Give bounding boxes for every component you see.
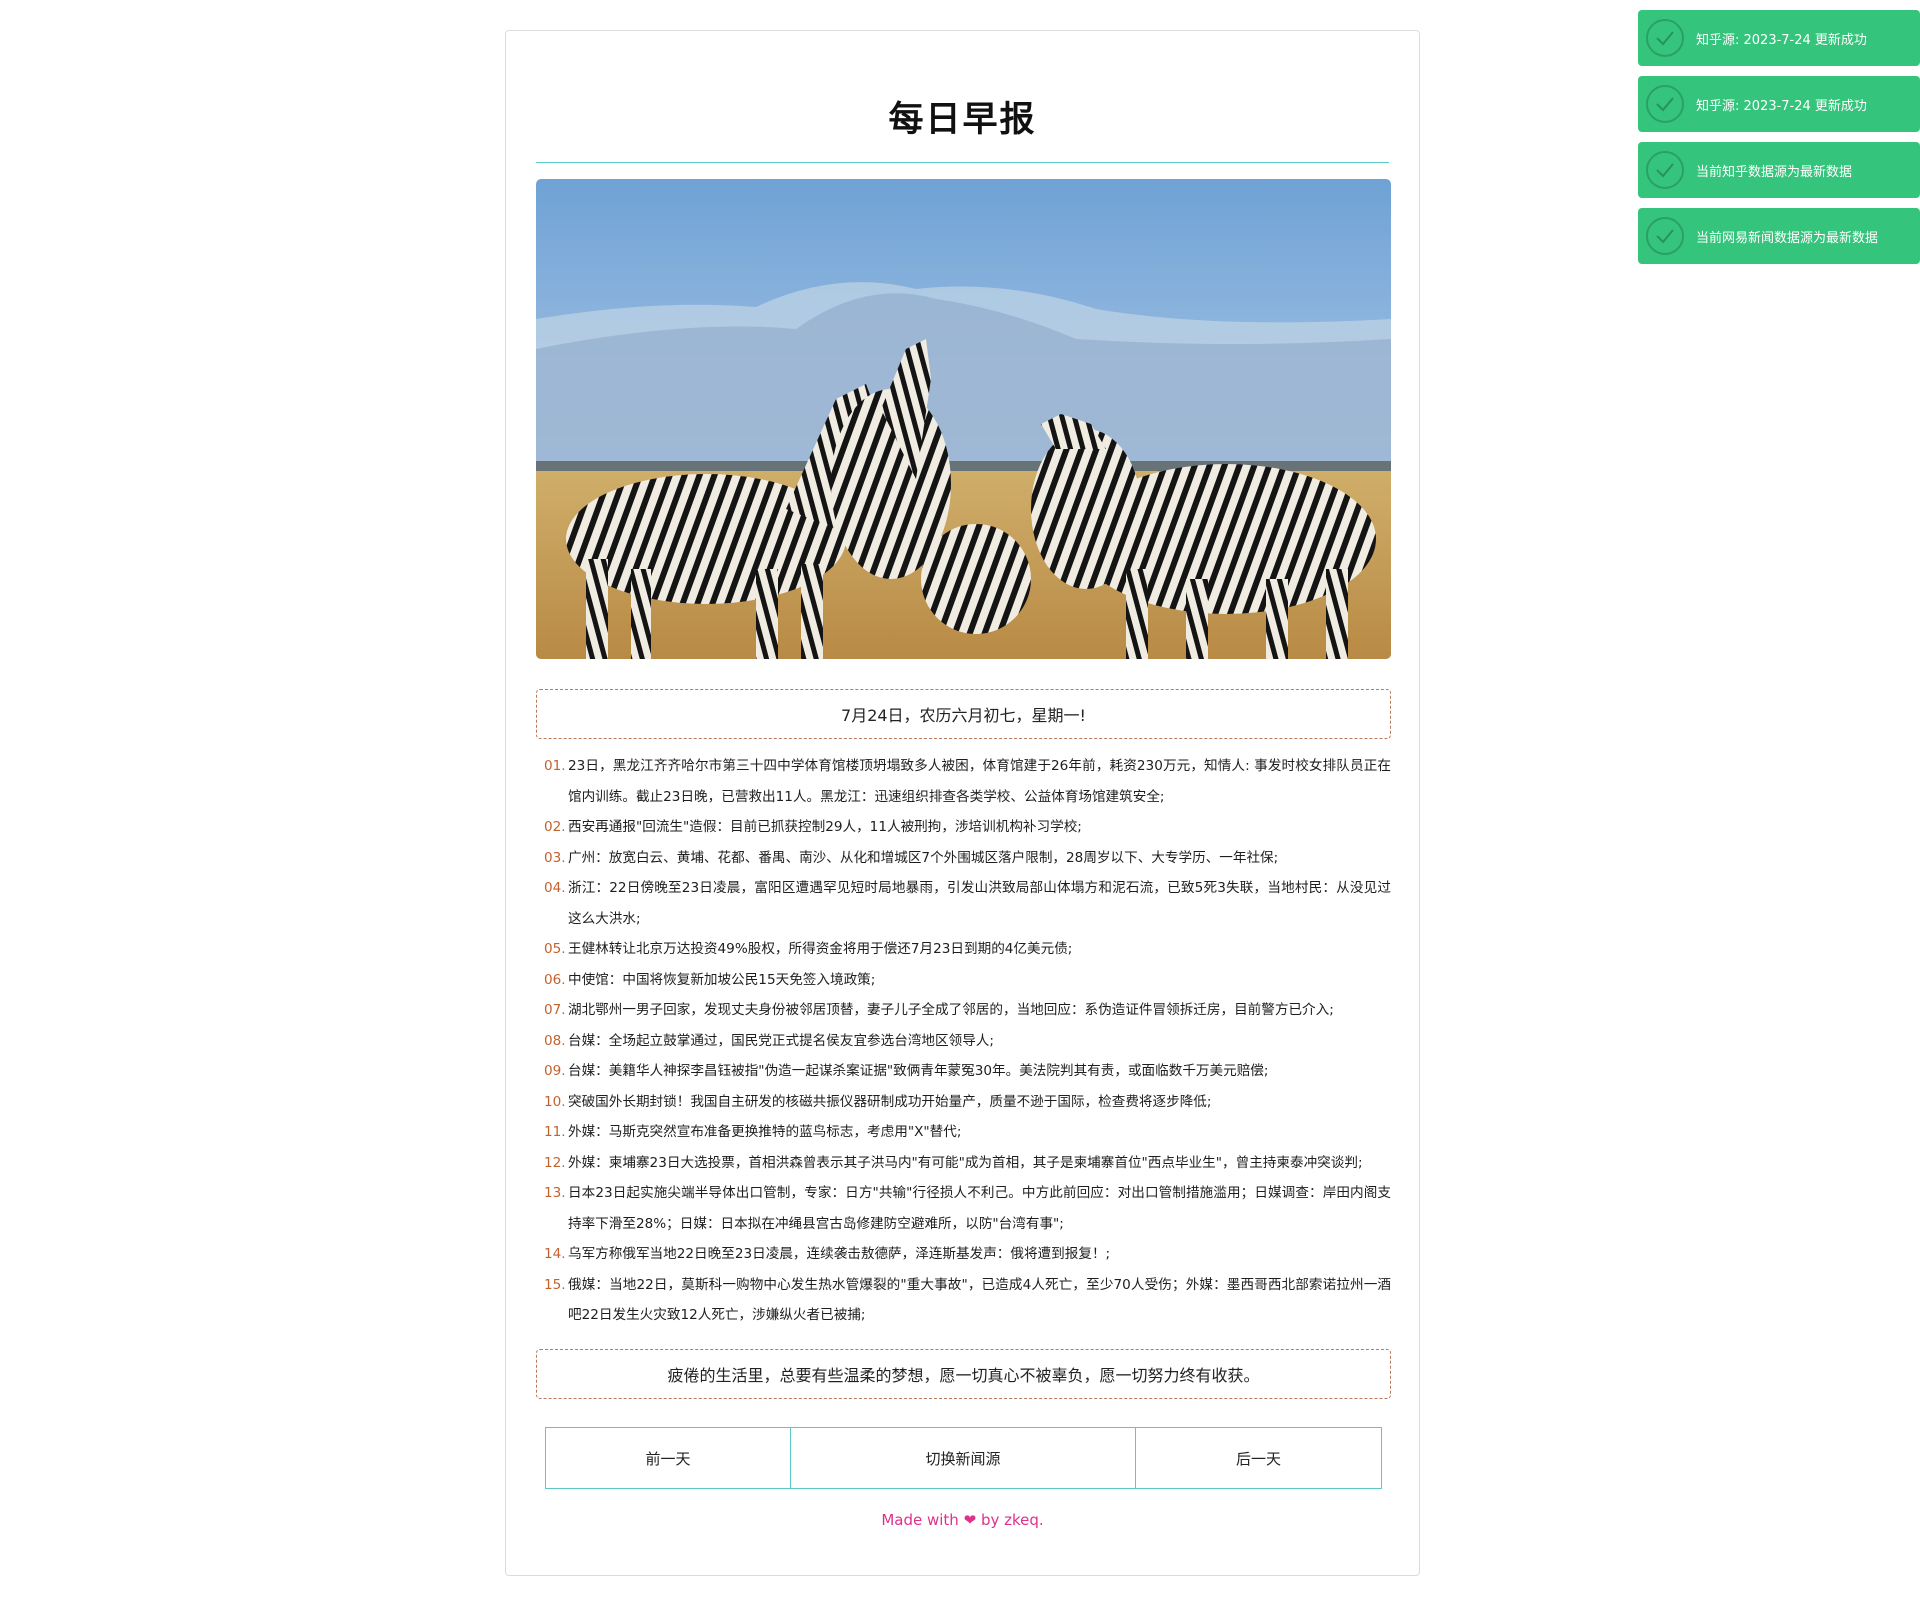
quote-banner: 疲倦的生活里，总要有些温柔的梦想，愿一切真心不被辜负，愿一切努力终有收获。 bbox=[536, 1349, 1391, 1399]
switch-source-button[interactable]: 切换新闻源 bbox=[791, 1427, 1136, 1489]
news-text: 突破国外长期封锁！我国自主研发的核磁共振仪器研制成功开始量产，质量不逊于国际，检… bbox=[568, 1093, 1212, 1110]
news-item: 01. 23日，黑龙江齐齐哈尔市第三十四中学体育馆楼顶坍塌致多人被困，体育馆建于2… bbox=[536, 751, 1391, 812]
news-number: 14. bbox=[544, 1246, 566, 1262]
news-number: 09. bbox=[544, 1063, 566, 1079]
page-title: 每日早报 bbox=[888, 100, 1037, 140]
check-circle-icon bbox=[1646, 217, 1684, 255]
toast-notification[interactable]: 知乎源: 2023-7-24 更新成功 bbox=[1638, 76, 1920, 132]
news-item: 12. 外媒：柬埔寨23日大选投票，首相洪森曾表示其子洪马内"有可能"成为首相，其… bbox=[536, 1148, 1391, 1179]
news-number: 10. bbox=[544, 1093, 566, 1110]
news-item: 13. 日本23日起实施尖端半导体出口管制，专家：日方"共输"行径损人不利己。中方… bbox=[536, 1178, 1391, 1239]
news-text: 广州：放宽白云、黄埔、花都、番禺、南沙、从化和增城区7个外围城区落户限制，28周… bbox=[568, 849, 1279, 866]
toast-text: 当前知乎数据源为最新数据 bbox=[1696, 164, 1853, 180]
news-item: 08. 台媒：全场起立鼓掌通过，国民党正式提名侯友宜参选台湾地区领导人; bbox=[536, 1026, 1391, 1057]
news-text: 俄媒：当地22日，莫斯科一购物中心发生热水管爆裂的"重大事故"，已造成4人死亡，… bbox=[568, 1276, 1391, 1324]
news-number: 08. bbox=[544, 1032, 566, 1049]
news-number: 11. bbox=[544, 1124, 566, 1140]
news-item: 05. 王健林转让北京万达投资49%股权，所得资金将用于偿还7月23日到期的4亿美… bbox=[536, 934, 1391, 965]
news-item: 11. 外媒：马斯克突然宣布准备更换推特的蓝鸟标志，考虑用"X"替代; bbox=[536, 1117, 1391, 1148]
check-circle-icon bbox=[1646, 85, 1684, 123]
toast-text: 知乎源: 2023-7-24 更新成功 bbox=[1696, 32, 1867, 48]
news-number: 15. bbox=[544, 1276, 566, 1293]
news-text: 湖北鄂州一男子回家，发现丈夫身份被邻居顶替，妻子儿子全成了邻居的，当地回应：系伪… bbox=[568, 1002, 1334, 1018]
news-item: 09. 台媒：美籍华人神探李昌钰被指"伪造一起谋杀案证据"致俩青年蒙冤30年。美法… bbox=[536, 1056, 1391, 1087]
morning-report-card: 每日早报 7月24日，农历六月初七，星期一! 01. 23日，黑龙江齐齐哈尔市第… bbox=[505, 30, 1420, 1576]
news-text: 王健林转让北京万达投资49%股权，所得资金将用于偿还7月23日到期的4亿美元债; bbox=[568, 941, 1073, 957]
news-number: 05. bbox=[544, 941, 566, 957]
toast-notification[interactable]: 当前网易新闻数据源为最新数据 bbox=[1638, 208, 1920, 264]
news-item: 04. 浙江：22日傍晚至23日凌晨，富阳区遭遇罕见短时局地暴雨，引发山洪致局部山… bbox=[536, 873, 1391, 934]
toast-notification[interactable]: 知乎源: 2023-7-24 更新成功 bbox=[1638, 10, 1920, 66]
news-item: 02. 西安再通报"回流生"造假：目前已抓获控制29人，11人被刑拘，涉培训机构补… bbox=[536, 812, 1391, 843]
news-text: 乌军方称俄军当地22日晚至23日凌晨，连续袭击敖德萨，泽连斯基发声：俄将遭到报复… bbox=[568, 1246, 1111, 1262]
news-item: 10. 突破国外长期封锁！我国自主研发的核磁共振仪器研制成功开始量产，质量不逊于国… bbox=[536, 1087, 1391, 1118]
toast-text: 当前网易新闻数据源为最新数据 bbox=[1696, 230, 1879, 246]
footer-author-link[interactable]: by zkeq. bbox=[981, 1511, 1044, 1529]
footer-credit: Made with ❤ by zkeq. bbox=[506, 1511, 1419, 1529]
toast-stack: 知乎源: 2023-7-24 更新成功 知乎源: 2023-7-24 更新成功 … bbox=[1638, 10, 1920, 274]
news-text: 台媒：全场起立鼓掌通过，国民党正式提名侯友宜参选台湾地区领导人; bbox=[568, 1032, 994, 1049]
news-number: 13. bbox=[544, 1185, 566, 1201]
toast-text: 知乎源: 2023-7-24 更新成功 bbox=[1696, 98, 1867, 114]
news-list: 01. 23日，黑龙江齐齐哈尔市第三十四中学体育馆楼顶坍塌致多人被困，体育馆建于2… bbox=[536, 751, 1391, 1331]
news-number: 01. bbox=[544, 758, 566, 774]
check-circle-icon bbox=[1646, 151, 1684, 189]
news-item: 14. 乌军方称俄军当地22日晚至23日凌晨，连续袭击敖德萨，泽连斯基发声：俄将遭… bbox=[536, 1239, 1391, 1270]
news-text: 浙江：22日傍晚至23日凌晨，富阳区遭遇罕见短时局地暴雨，引发山洪致局部山体塌方… bbox=[568, 880, 1391, 927]
heart-icon: ❤ bbox=[963, 1511, 977, 1529]
toast-notification[interactable]: 当前知乎数据源为最新数据 bbox=[1638, 142, 1920, 198]
news-number: 12. bbox=[544, 1154, 566, 1171]
nav-button-row: 前一天 切换新闻源 后一天 bbox=[545, 1427, 1382, 1489]
news-number: 07. bbox=[544, 1002, 566, 1018]
news-text: 日本23日起实施尖端半导体出口管制，专家：日方"共输"行径损人不利己。中方此前回… bbox=[568, 1185, 1391, 1232]
news-text: 外媒：柬埔寨23日大选投票，首相洪森曾表示其子洪马内"有可能"成为首相，其子是柬… bbox=[568, 1154, 1363, 1171]
news-item: 07. 湖北鄂州一男子回家，发现丈夫身份被邻居顶替，妻子儿子全成了邻居的，当地回应… bbox=[536, 995, 1391, 1026]
date-banner: 7月24日，农历六月初七，星期一! bbox=[536, 689, 1391, 739]
news-item: 15. 俄媒：当地22日，莫斯科一购物中心发生热水管爆裂的"重大事故"，已造成4人… bbox=[536, 1270, 1391, 1331]
title-divider bbox=[536, 162, 1389, 163]
check-circle-icon bbox=[1646, 19, 1684, 57]
news-number: 02. bbox=[544, 819, 566, 835]
hero-image bbox=[536, 179, 1391, 659]
news-number: 06. bbox=[544, 971, 566, 988]
news-item: 03. 广州：放宽白云、黄埔、花都、番禺、南沙、从化和增城区7个外围城区落户限制，… bbox=[536, 843, 1391, 874]
next-day-button[interactable]: 后一天 bbox=[1136, 1427, 1382, 1489]
news-text: 西安再通报"回流生"造假：目前已抓获控制29人，11人被刑拘，涉培训机构补习学校… bbox=[568, 819, 1082, 835]
news-item: 06. 中使馆：中国将恢复新加坡公民15天免签入境政策; bbox=[536, 965, 1391, 996]
news-text: 中使馆：中国将恢复新加坡公民15天免签入境政策; bbox=[568, 971, 876, 988]
news-number: 04. bbox=[544, 880, 566, 896]
news-text: 台媒：美籍华人神探李昌钰被指"伪造一起谋杀案证据"致俩青年蒙冤30年。美法院判其… bbox=[568, 1063, 1269, 1079]
prev-day-button[interactable]: 前一天 bbox=[545, 1427, 791, 1489]
news-number: 03. bbox=[544, 849, 566, 866]
footer-made-with: Made with bbox=[881, 1511, 959, 1529]
news-text: 外媒：马斯克突然宣布准备更换推特的蓝鸟标志，考虑用"X"替代; bbox=[568, 1124, 962, 1140]
news-text: 23日，黑龙江齐齐哈尔市第三十四中学体育馆楼顶坍塌致多人被困，体育馆建于26年前… bbox=[568, 758, 1391, 805]
